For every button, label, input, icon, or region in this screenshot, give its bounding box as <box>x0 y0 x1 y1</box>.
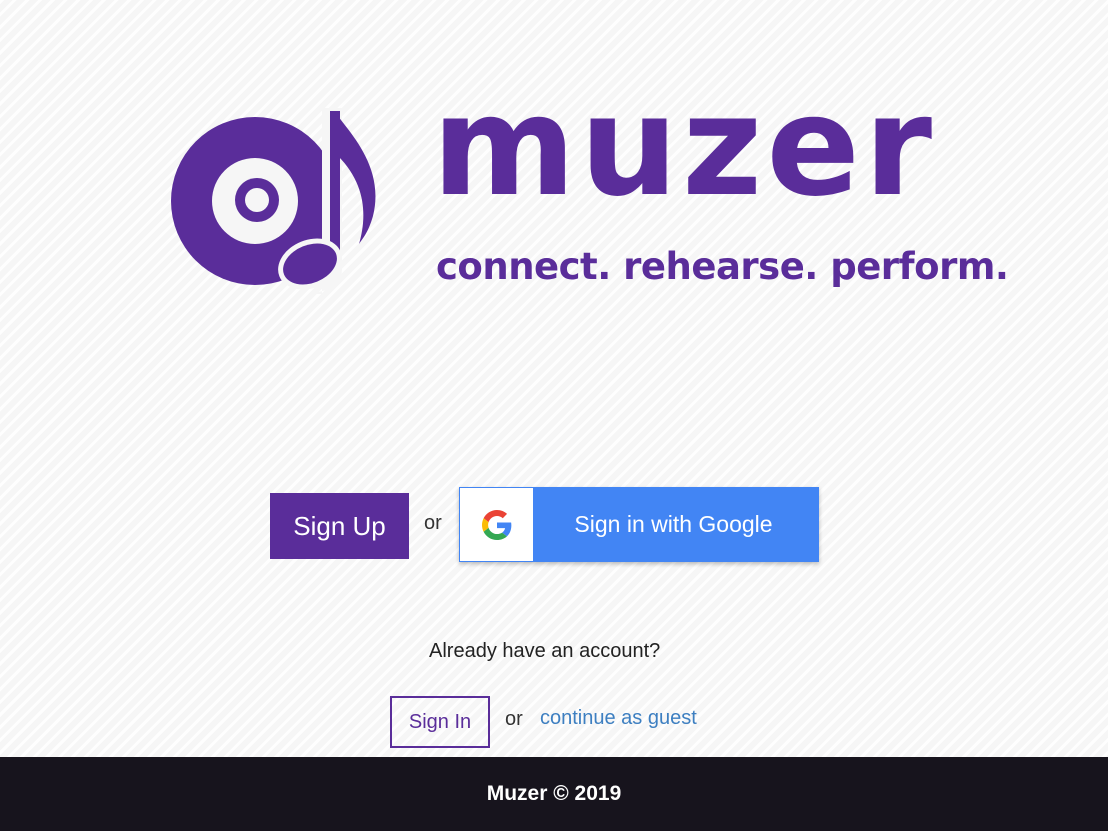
already-have-account-text: Already have an account? <box>429 640 661 662</box>
footer: Muzer © 2019 <box>0 757 1108 831</box>
brand-tagline: connect. rehearse. perform. <box>436 245 1009 288</box>
google-sign-in-label: Sign in with Google <box>574 511 773 537</box>
or-separator: or <box>424 512 442 534</box>
landing-main: muzer connect. rehearse. perform. Sign U… <box>0 0 1108 757</box>
sign-up-button[interactable]: Sign Up <box>270 493 409 559</box>
or-separator-2: or <box>505 708 523 730</box>
google-sign-in-button[interactable]: Sign in with Google <box>459 487 819 562</box>
footer-copyright: Muzer © 2019 <box>486 782 622 805</box>
sign-in-button[interactable]: Sign In <box>390 696 490 748</box>
google-icon-container <box>460 488 533 561</box>
brand-wordmark: muzer <box>432 66 937 227</box>
vinyl-record-music-note-icon <box>171 108 376 294</box>
google-g-icon <box>481 509 511 540</box>
continue-as-guest-link[interactable]: continue as guest <box>540 707 697 730</box>
logo-icon <box>170 108 382 294</box>
